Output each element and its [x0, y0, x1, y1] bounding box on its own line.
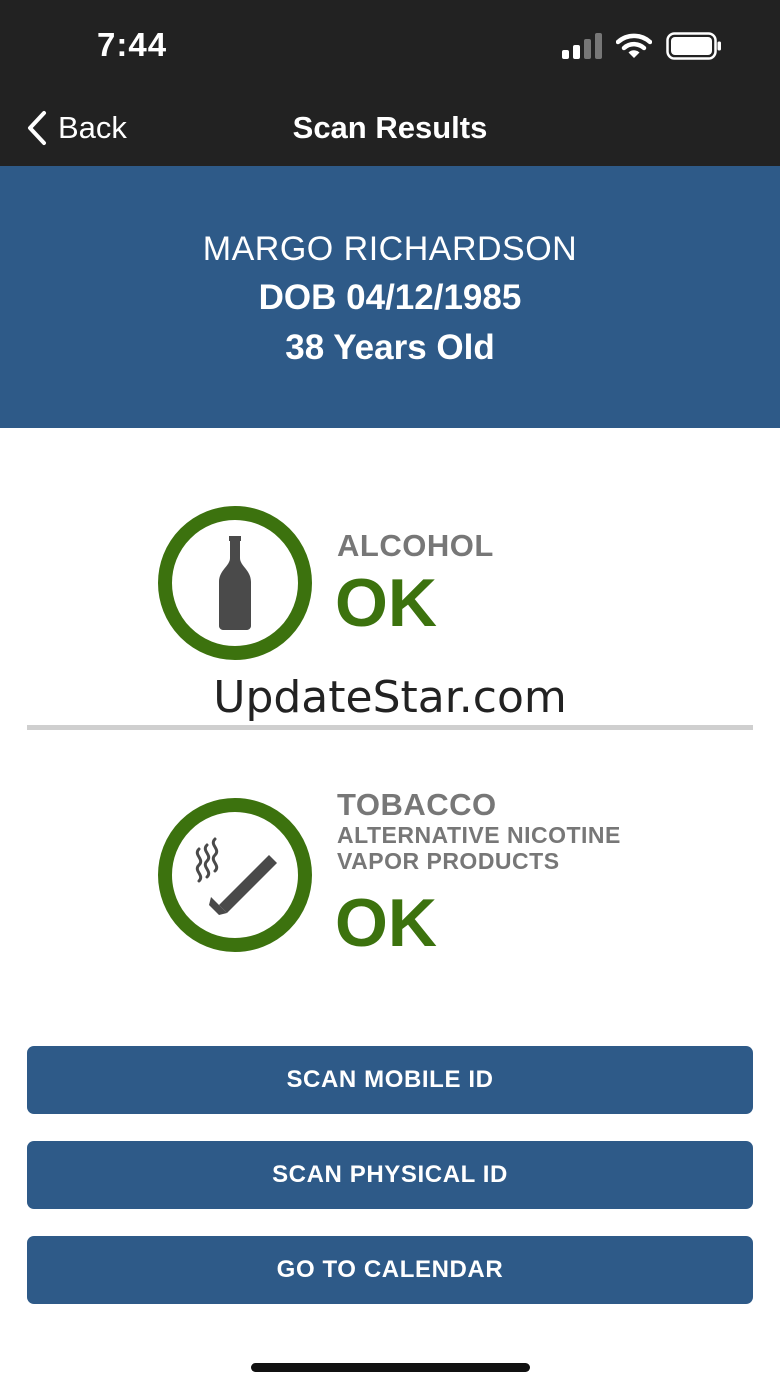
tobacco-status: TOBACCO ALTERNATIVE NICOTINE VAPOR PRODU…	[0, 0, 780, 1000]
tobacco-subtitle-line1: ALTERNATIVE NICOTINE	[337, 822, 621, 848]
tobacco-ok-status: OK	[335, 885, 437, 961]
go-to-calendar-button[interactable]: GO TO CALENDAR	[27, 1236, 753, 1304]
tobacco-status-ring	[158, 798, 312, 952]
tobacco-label: TOBACCO	[337, 787, 497, 822]
tobacco-subtitle-line2: VAPOR PRODUCTS	[337, 848, 560, 874]
home-indicator[interactable]	[251, 1363, 530, 1372]
scan-physical-id-button[interactable]: SCAN PHYSICAL ID	[27, 1141, 753, 1209]
cigarette-icon	[195, 837, 277, 915]
scan-mobile-id-button[interactable]: SCAN MOBILE ID	[27, 1046, 753, 1114]
